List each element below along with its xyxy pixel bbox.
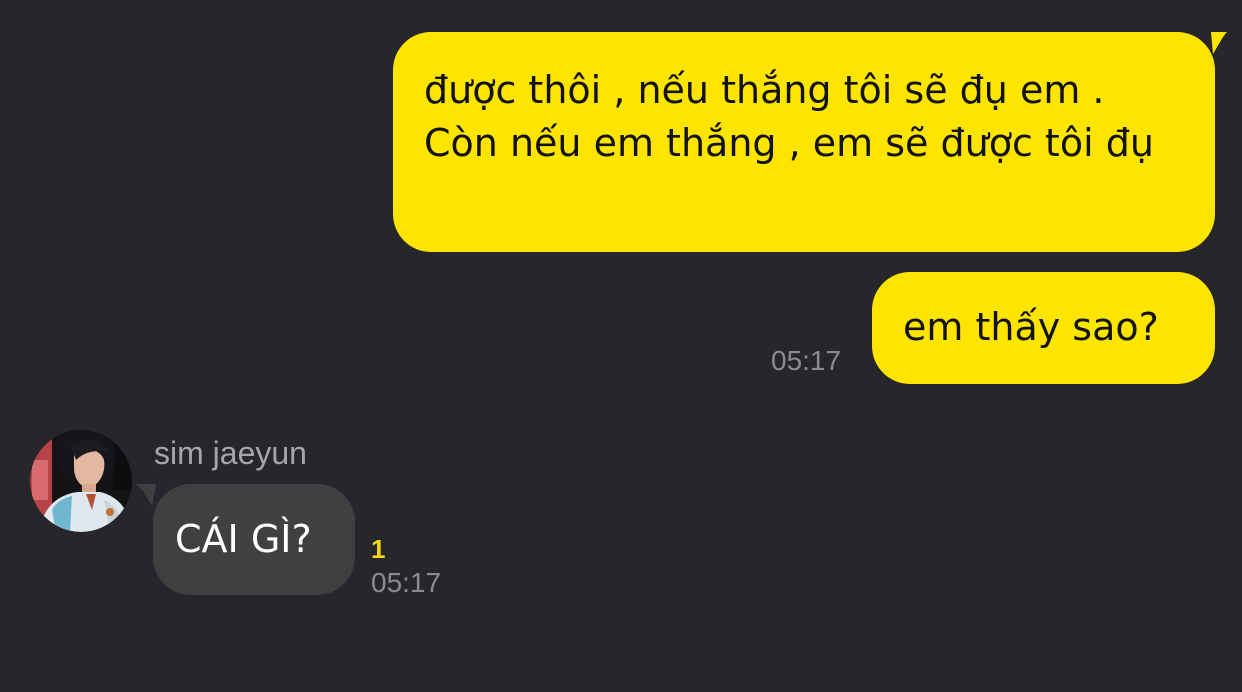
outgoing-message-bubble[interactable]: được thôi , nếu thắng tôi sẽ đụ em . Còn… — [393, 32, 1227, 252]
message-timestamp: 05:17 — [371, 567, 442, 598]
message-text: CÁI GÌ? — [175, 517, 312, 561]
message-timestamp: 05:17 — [771, 345, 842, 376]
message-text: em thấy sao? — [903, 305, 1159, 349]
sender-avatar[interactable] — [30, 430, 132, 532]
sender-name: sim jaeyun — [154, 435, 307, 471]
profile-photo-icon — [30, 430, 132, 532]
chat-view: được thôi , nếu thắng tôi sẽ đụ em . Còn… — [0, 0, 1242, 692]
unread-count-badge: 1 — [371, 534, 386, 564]
outgoing-message-bubble[interactable]: em thấy sao? — [872, 272, 1215, 384]
incoming-message-bubble[interactable]: CÁI GÌ? — [136, 484, 355, 595]
message-text: được thôi , nếu thắng tôi sẽ đụ em . Còn… — [424, 68, 1154, 165]
